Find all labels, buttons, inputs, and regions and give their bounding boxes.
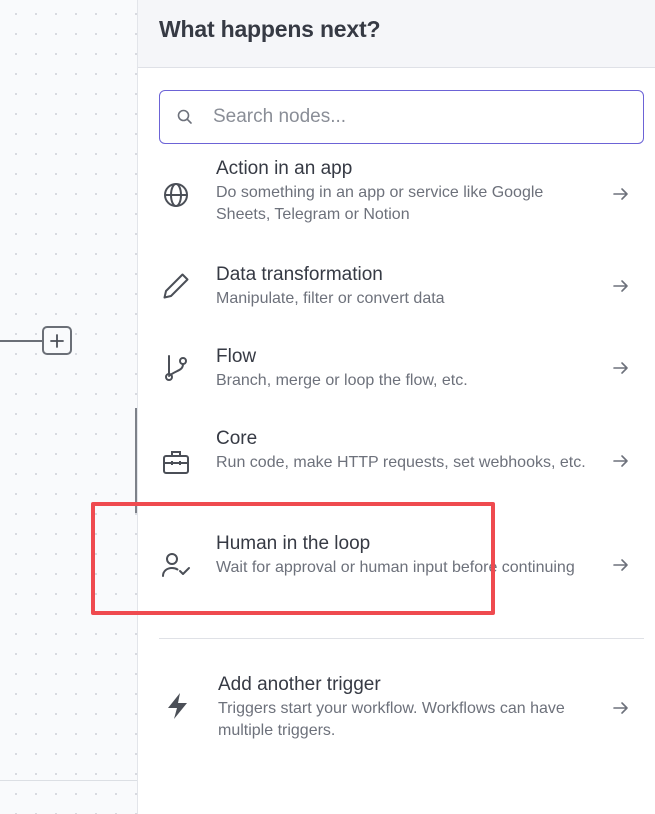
- item-description: Do something in an app or service like G…: [216, 184, 544, 223]
- item-description: Manipulate, filter or convert data: [216, 290, 445, 307]
- canvas-divider: [0, 780, 137, 781]
- toolbox-icon: [163, 451, 189, 474]
- panel-resize-handle[interactable]: [135, 408, 137, 513]
- node-category-list: Action in an app Do something in an app …: [138, 153, 655, 633]
- connection-line: [0, 340, 42, 342]
- item-title: Flow: [216, 346, 257, 367]
- arrow-right-icon: [613, 702, 628, 714]
- list-item-action-in-app[interactable]: Action in an app Do something in an app …: [138, 155, 655, 235]
- panel-header: What happens next?: [138, 0, 655, 68]
- add-node-button[interactable]: [42, 326, 72, 355]
- item-title: Add another trigger: [218, 674, 381, 695]
- list-item-flow[interactable]: Flow Branch, merge or loop the flow, etc…: [138, 332, 655, 404]
- lightning-icon: [168, 693, 187, 719]
- arrow-right-icon: [613, 188, 628, 200]
- item-title: Data transformation: [216, 264, 383, 285]
- item-description: Branch, merge or loop the flow, etc.: [216, 372, 468, 389]
- branch-icon: [165, 355, 187, 381]
- list-item-core[interactable]: Core Run code, make HTTP requests, set w…: [138, 414, 655, 504]
- search-icon: [177, 109, 192, 124]
- arrow-right-icon: [613, 280, 628, 292]
- list-item-data-transformation[interactable]: Data transformation Manipulate, filter o…: [138, 250, 655, 322]
- item-title: Core: [216, 428, 258, 449]
- globe-icon: [164, 183, 188, 207]
- item-description: Wait for approval or human input before …: [216, 559, 575, 576]
- search-input[interactable]: [213, 106, 633, 128]
- user-check-icon: [162, 553, 190, 577]
- item-description: Triggers start your workflow. Workflows …: [218, 700, 565, 739]
- arrow-right-icon: [613, 455, 628, 467]
- item-description: Run code, make HTTP requests, set webhoo…: [216, 454, 586, 471]
- section-divider: [159, 638, 644, 639]
- pencil-icon: [163, 273, 189, 299]
- workflow-canvas[interactable]: [0, 0, 137, 814]
- plus-icon: [50, 333, 64, 348]
- panel-title: What happens next?: [159, 16, 381, 42]
- node-creator-panel: What happens next? Action in an app Do s…: [137, 0, 655, 814]
- arrow-right-icon: [613, 362, 628, 374]
- list-item-human-in-the-loop[interactable]: Human in the loop Wait for approval or h…: [138, 519, 655, 609]
- arrow-right-icon: [613, 559, 628, 571]
- item-title: Human in the loop: [216, 533, 371, 554]
- list-item-add-trigger[interactable]: Add another trigger Triggers start your …: [138, 660, 655, 760]
- item-title: Action in an app: [216, 158, 353, 179]
- search-box[interactable]: [159, 90, 644, 144]
